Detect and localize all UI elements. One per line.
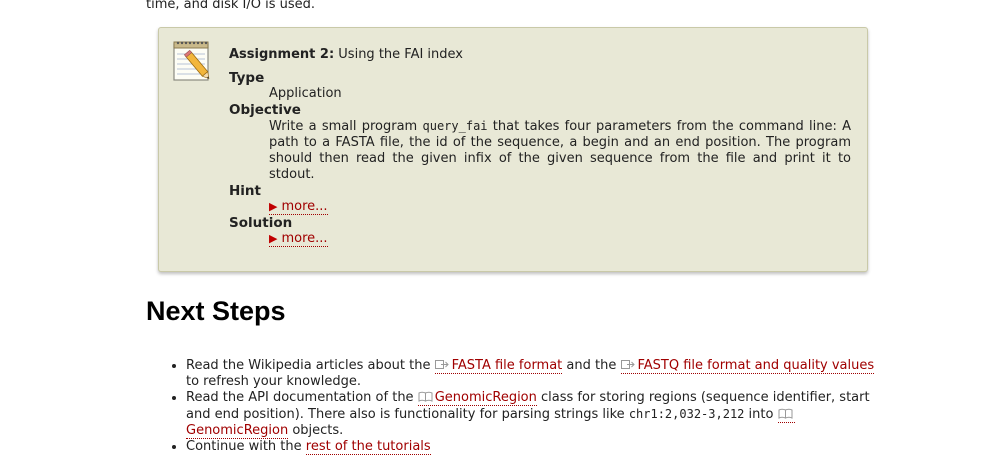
external-link-icon — [620, 360, 635, 369]
book-icon — [778, 408, 793, 419]
hint-more: ▶ more... — [269, 199, 851, 215]
notepad-pencil-icon — [173, 41, 210, 81]
region-string-code: chr1:2,032-3,212 — [628, 407, 745, 421]
solution-more-link[interactable]: ▶ more... — [269, 231, 328, 247]
query-fai-code: query_fai — [422, 119, 488, 133]
objective-text: Write a small program query_fai that tak… — [269, 119, 852, 182]
triangle-right-icon: ▶ — [269, 232, 278, 245]
solution-more: ▶ more... — [269, 231, 851, 247]
fasta-format-link[interactable]: FASTA file format — [434, 358, 563, 374]
assignment-box: Assignment 2: Using the FAI index Type A… — [158, 27, 868, 272]
triangle-right-icon: ▶ — [269, 200, 278, 213]
list-item: Read the Wikipedia articles about the FA… — [186, 358, 886, 390]
fastq-format-link[interactable]: FASTQ file format and quality values — [620, 358, 875, 374]
intro-text-tail: time, and disk I/O is used. — [146, 0, 316, 12]
type-value: Application — [269, 86, 342, 101]
external-link-icon — [434, 360, 449, 369]
next-steps-list: Read the Wikipedia articles about the FA… — [166, 358, 886, 455]
assignment-title: Assignment 2: Using the FAI index — [229, 46, 851, 64]
hint-label: Hint — [229, 183, 261, 199]
book-icon — [418, 391, 433, 402]
hint-more-link[interactable]: ▶ more... — [269, 199, 328, 215]
objective-label: Objective — [229, 102, 301, 118]
assignment-label: Assignment 2: — [229, 47, 335, 62]
type-label: Type — [229, 70, 265, 86]
next-steps-heading: Next Steps — [146, 296, 286, 326]
list-item: Continue with the rest of the tutorials — [186, 439, 886, 455]
genomic-region-link[interactable]: GenomicRegion — [417, 390, 537, 406]
solution-label: Solution — [229, 215, 293, 231]
list-item: Read the API documentation of the Genomi… — [186, 390, 886, 439]
rest-of-tutorials-link[interactable]: rest of the tutorials — [305, 439, 431, 455]
assignment-content: Assignment 2: Using the FAI index Type A… — [229, 46, 851, 247]
assignment-name: Using the FAI index — [338, 47, 463, 62]
